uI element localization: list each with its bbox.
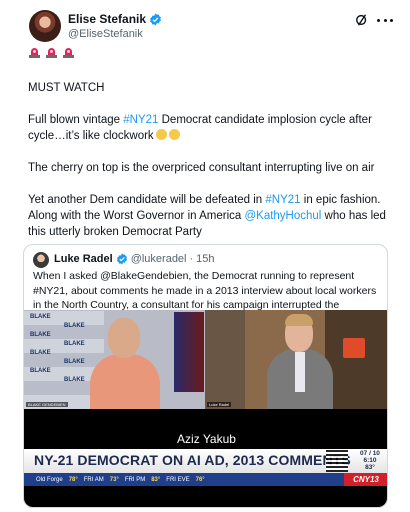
right-pane-caption: Luke Radel <box>207 402 232 407</box>
date-time-block: 07 / 10 6:10 83° <box>352 450 387 471</box>
weather-ticker: Old Forge 78° FRI AM 73° FRI PM 83° FRI EVE… <box>24 473 387 486</box>
tweet-text: Yet another Dem candidate will be defeat… <box>28 194 266 206</box>
tweet-text: Full blown vintage <box>28 114 124 126</box>
backdrop-text: BLAKE <box>64 323 85 329</box>
reporter-figure <box>267 314 333 409</box>
author-avatar[interactable] <box>29 10 61 42</box>
ticker-temp: 73° <box>109 476 119 483</box>
ticker-temp: 78° <box>68 476 78 483</box>
broadcast-date: 07 / 10 <box>360 450 380 457</box>
ticker-temp: 76° <box>195 476 205 483</box>
quote-timestamp[interactable]: 15h <box>196 253 214 265</box>
candidate-figure <box>90 318 160 409</box>
ticker-place: FRI AM <box>83 476 104 483</box>
station-logo: CNY13 <box>344 473 387 486</box>
door-backdrop <box>325 310 387 409</box>
quoted-tweet[interactable]: Luke Radel @lukeradel · 15h When I asked… <box>23 244 388 508</box>
station-logo-backdrop <box>343 338 365 358</box>
news-headline: NY-21 DEMOCRAT ON AI AD, 2013 COMMENTS <box>34 452 351 468</box>
tweet-text: Democrat candidate implosion cycle after <box>158 114 372 126</box>
ticker-place: FRI EVE <box>166 476 190 483</box>
hashtag-link[interactable]: #NY21 <box>123 114 158 126</box>
verified-badge-icon <box>150 13 161 25</box>
police-siren-emoji <box>28 47 41 59</box>
video-pane-left: BLAKE BLAKE BLAKE BLAKE BLAKE BLAKE BLAK… <box>24 310 205 409</box>
tweet-text: cycle…it’s like clockwork <box>28 130 154 142</box>
separator-dot: · <box>189 253 194 265</box>
more-options-icon[interactable] <box>377 13 393 27</box>
video-subtitle: Aziz Yakub <box>177 432 236 446</box>
tweet: Elise Stefanik @EliseStefanik MUST WATCH… <box>0 0 410 512</box>
mention-link[interactable]: @KathyHochul <box>244 210 321 222</box>
author-name-row: Elise Stefanik <box>68 12 162 26</box>
backdrop-text: BLAKE <box>30 350 51 356</box>
ticker-place: FRI PM <box>124 476 146 483</box>
rofl-emoji-icon <box>168 129 180 140</box>
quote-display-name[interactable]: Luke Radel <box>54 253 113 265</box>
hashtag-link[interactable]: #NY21 <box>265 194 300 206</box>
cabinet-backdrop <box>205 310 245 409</box>
backdrop-text: BLAKE <box>64 377 85 383</box>
broadcast-temp: 83° <box>365 464 375 471</box>
broadcast-clock: 6:10 <box>363 457 377 464</box>
tweet-paragraph-implosion: Full blown vintage #NY21 Democrat candid… <box>28 112 390 144</box>
ticker-temp: 83° <box>151 476 161 483</box>
quote-author-row: Luke Radel @lukeradel · 15h <box>54 253 215 265</box>
ticker-place: Old Forge <box>36 476 63 483</box>
qr-code-icon <box>326 450 348 472</box>
tweet-paragraph-cherry: The cherry on top is the overpriced cons… <box>28 162 375 174</box>
tweet-text: this utterly broken Democrat Party <box>28 226 202 238</box>
video-pane-right: Luke Radel <box>205 310 387 409</box>
tweet-text: in epic fashion. <box>300 194 381 206</box>
backdrop-text: BLAKE <box>30 332 51 338</box>
quote-handle[interactable]: @lukeradel <box>131 253 187 265</box>
police-siren-emoji <box>45 47 58 59</box>
backdrop-text: BLAKE <box>64 341 85 347</box>
author-handle[interactable]: @EliseStefanik <box>68 28 143 40</box>
tweet-paragraph-defeated: Yet another Dem candidate will be defeat… <box>28 192 390 240</box>
backdrop-text: BLAKE <box>30 314 51 320</box>
backdrop-text: BLAKE <box>30 368 51 374</box>
video-player[interactable]: BLAKE BLAKE BLAKE BLAKE BLAKE BLAKE BLAK… <box>24 310 387 507</box>
quote-author-avatar[interactable] <box>33 252 49 268</box>
news-lower-third: NY-21 DEMOCRAT ON AI AD, 2013 COMMENTS 0… <box>24 449 387 473</box>
tweet-line-must-watch: MUST WATCH <box>28 82 105 94</box>
siren-emoji-row <box>28 47 75 59</box>
grok-icon[interactable] <box>355 13 369 27</box>
laughing-emoji-icon <box>155 129 167 140</box>
flag-backdrop <box>174 312 204 392</box>
left-pane-caption: BLAKE GENDEBIEN <box>26 402 68 407</box>
verified-badge-icon <box>116 253 127 265</box>
police-siren-emoji <box>62 47 75 59</box>
tweet-text: who has led <box>321 210 386 222</box>
backdrop-text: BLAKE <box>64 359 85 365</box>
author-display-name[interactable]: Elise Stefanik <box>68 12 146 26</box>
tweet-text: Along with the Worst Governor in America <box>28 210 245 222</box>
